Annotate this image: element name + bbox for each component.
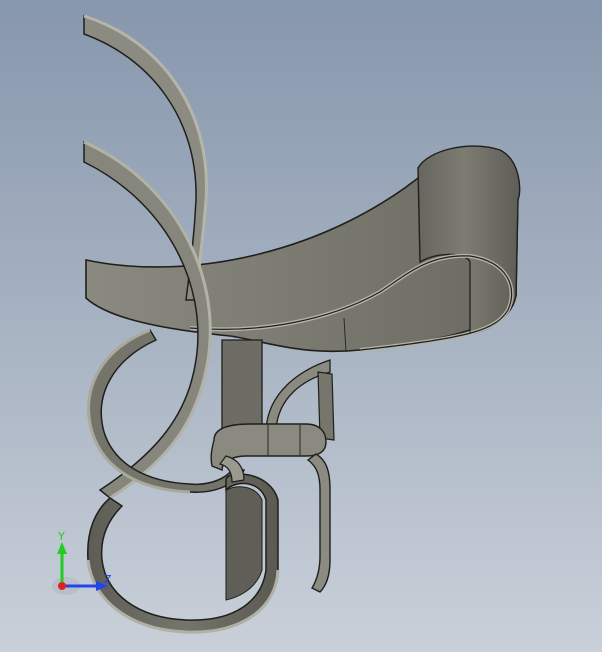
long-right-tail bbox=[306, 453, 331, 593]
z-axis-label: Z bbox=[104, 573, 112, 586]
y-axis-arrowhead bbox=[57, 542, 67, 554]
lower-clamp-inner-face bbox=[225, 486, 263, 601]
cad-viewport[interactable]: Y Z bbox=[0, 0, 602, 652]
triad-origin bbox=[58, 582, 66, 590]
orientation-triad: Y Z bbox=[52, 530, 112, 595]
y-axis-label: Y bbox=[57, 530, 65, 543]
central-post bbox=[221, 339, 263, 431]
